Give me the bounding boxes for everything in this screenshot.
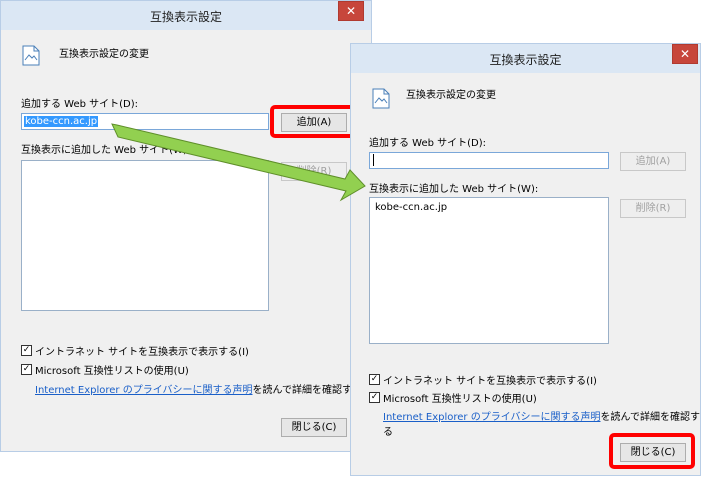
highlight-close-button: [609, 433, 695, 469]
microsoft-list-checkbox[interactable]: ✓ Microsoft 互換性リストの使用(U): [369, 390, 537, 405]
highlight-add-button: [270, 105, 356, 138]
intranet-checkbox[interactable]: ✓ イントラネット サイトを互換表示で表示する(I): [21, 343, 249, 358]
add-site-input[interactable]: [369, 152, 609, 169]
title-bar[interactable]: 互換表示設定 ✕: [1, 1, 371, 30]
add-site-input-text: kobe-ccn.ac.jp: [24, 116, 99, 127]
window-close-button[interactable]: ✕: [338, 1, 364, 21]
list-item[interactable]: kobe-ccn.ac.jp: [375, 202, 447, 213]
add-site-label: 追加する Web サイト(D):: [21, 99, 139, 110]
microsoft-list-checkbox-label: Microsoft 互換性リストの使用(U): [383, 394, 537, 405]
dialog-heading: 互換表示設定の変更: [59, 49, 149, 60]
dialog-heading: 互換表示設定の変更: [406, 90, 496, 101]
dialog-title: 互換表示設定: [149, 10, 222, 24]
privacy-suffix: を読んで詳細を確認する: [252, 385, 363, 396]
add-button[interactable]: 追加(A): [620, 152, 686, 171]
check-icon: ✓: [21, 364, 32, 375]
remove-button[interactable]: 削除(R): [620, 199, 686, 218]
add-site-input[interactable]: kobe-ccn.ac.jp: [21, 113, 269, 130]
check-icon: ✓: [369, 374, 380, 385]
page-icon: [22, 45, 40, 66]
privacy-link[interactable]: Internet Explorer のプライバシーに関する声明: [383, 412, 601, 423]
check-icon: ✓: [369, 392, 380, 403]
title-bar[interactable]: 互換表示設定 ✕: [351, 44, 700, 73]
site-list[interactable]: [21, 160, 269, 311]
intranet-checkbox[interactable]: ✓ イントラネット サイトを互換表示で表示する(I): [369, 372, 597, 387]
remove-button[interactable]: 削除(R): [281, 162, 347, 181]
microsoft-list-checkbox[interactable]: ✓ Microsoft 互換性リストの使用(U): [21, 362, 189, 377]
check-icon: ✓: [21, 345, 32, 356]
site-list-label: 互換表示に追加した Web サイト(W):: [21, 145, 191, 156]
window-close-button[interactable]: ✕: [672, 44, 698, 64]
privacy-link[interactable]: Internet Explorer のプライバシーに関する声明: [35, 385, 253, 396]
microsoft-list-checkbox-label: Microsoft 互換性リストの使用(U): [35, 366, 189, 377]
site-list[interactable]: kobe-ccn.ac.jp: [369, 197, 609, 344]
close-button[interactable]: 閉じる(C): [281, 418, 347, 437]
intranet-checkbox-label: イントラネット サイトを互換表示で表示する(I): [35, 347, 249, 358]
dialog-before: 互換表示設定 ✕ 互換表示設定の変更 追加する Web サイト(D): kobe…: [0, 0, 372, 452]
add-site-label: 追加する Web サイト(D):: [369, 138, 487, 149]
privacy-statement: Internet Explorer のプライバシーに関する声明を読んで詳細を確認…: [35, 381, 362, 396]
dialog-after: 互換表示設定 ✕ 互換表示設定の変更 追加する Web サイト(D): 追加(A…: [350, 43, 701, 476]
dialog-title: 互換表示設定: [489, 53, 562, 67]
intranet-checkbox-label: イントラネット サイトを互換表示で表示する(I): [383, 376, 597, 387]
page-icon: [372, 88, 390, 109]
site-list-label: 互換表示に追加した Web サイト(W):: [369, 184, 539, 195]
text-caret: [373, 154, 374, 166]
